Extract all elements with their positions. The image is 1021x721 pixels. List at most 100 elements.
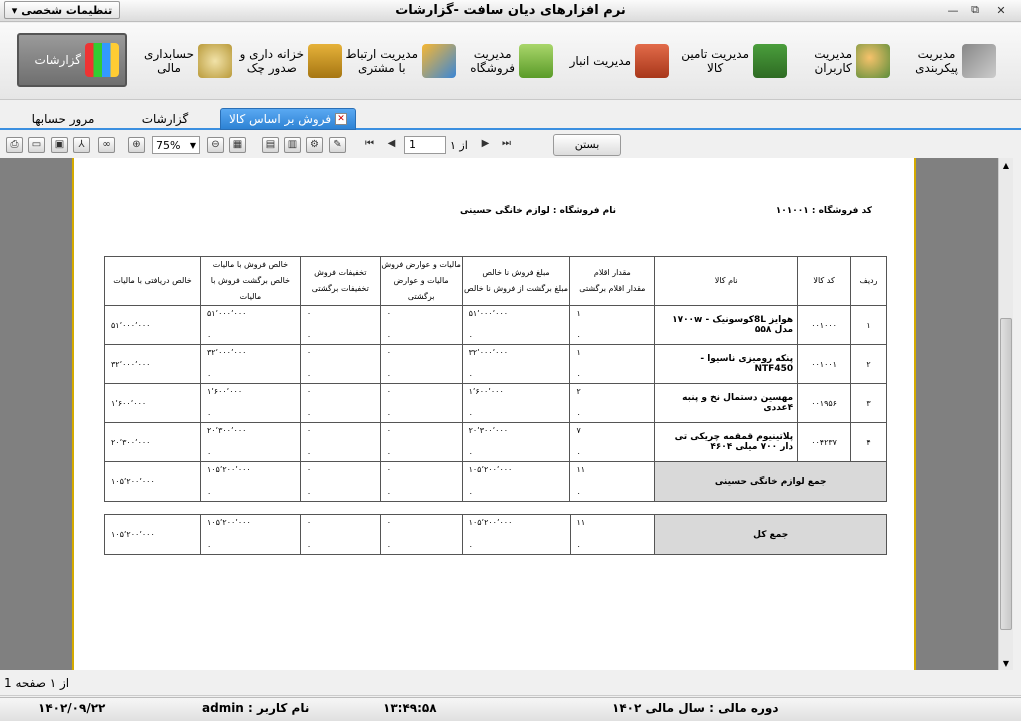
ribbon-crm-button[interactable]: مدیریت ارتباط با مشتری bbox=[346, 33, 456, 89]
return-value: ۰ bbox=[386, 489, 392, 498]
scroll-thumb[interactable] bbox=[1000, 318, 1012, 630]
save-icon[interactable]: ▣ bbox=[51, 137, 68, 153]
return-value: ۰ bbox=[576, 371, 581, 380]
value: ۳۲٬۰۰۰٬۰۰۰ bbox=[206, 348, 247, 357]
value-cell: ۰۰۱۰۰۰ bbox=[797, 305, 852, 345]
tab-label: مرور حسابها bbox=[31, 112, 95, 126]
value-cell: ۱۰ bbox=[569, 305, 656, 345]
value: ۱۱ bbox=[576, 465, 586, 474]
last-page-icon[interactable]: ⏭ bbox=[498, 137, 515, 153]
ribbon-config-button[interactable]: مدیریت پیکربندی bbox=[910, 33, 996, 89]
user-name: نام کاربر : admin bbox=[202, 701, 310, 715]
value-cell: ۰۰ bbox=[379, 344, 463, 384]
tab-reports[interactable]: گزارشات bbox=[130, 108, 200, 130]
return-value: ۰ bbox=[206, 449, 212, 458]
ribbon-warehouse-button[interactable]: مدیریت انبار bbox=[570, 33, 669, 89]
return-value: ۰ bbox=[206, 410, 212, 419]
ribbon-supply-button[interactable]: مدیریت تامین کالا bbox=[681, 33, 787, 89]
value: ۱ bbox=[576, 309, 581, 318]
tab-sales-by-product[interactable]: فروش بر اساس کالا ✕ bbox=[220, 108, 356, 130]
open-icon[interactable]: ▭ bbox=[28, 137, 45, 153]
ribbon-reports-button[interactable]: گزارشات bbox=[17, 33, 127, 87]
scroll-up-icon[interactable]: ▲ bbox=[999, 161, 1013, 170]
return-value: ۰ bbox=[386, 332, 392, 341]
close-report-button[interactable]: بستن bbox=[553, 134, 621, 156]
table-row[interactable]: ۳ ۰۰۱۹۵۶ مهسین دستمال نخ و پنبه ۴عددی ۲ ۰ ۱٬۶… bbox=[104, 383, 887, 423]
close-icon[interactable]: ✕ bbox=[335, 113, 348, 125]
pdf-icon[interactable]: ⅄ bbox=[73, 137, 90, 153]
settings-icon[interactable]: ⚙ bbox=[306, 137, 323, 153]
total-label: جمع کل bbox=[753, 529, 789, 540]
minimize-icon[interactable]: — bbox=[943, 2, 963, 18]
ribbon-label: حسابداری مالی bbox=[144, 47, 194, 75]
ribbon-accounting-button[interactable]: حسابداری مالی bbox=[138, 33, 232, 89]
edit-icon[interactable]: ✎ bbox=[329, 137, 346, 153]
zoom-value: 75% bbox=[156, 138, 181, 152]
print-icon[interactable]: ⎙ bbox=[6, 137, 23, 153]
value-cell: ۱۰۵٬۲۰۰٬۰۰۰ bbox=[104, 514, 201, 555]
value: ۰ bbox=[386, 309, 392, 318]
current-date: ۱۴۰۲/۰۹/۲۲ bbox=[38, 701, 106, 715]
value-cell: ۱۰۵٬۲۰۰٬۰۰۰ ۰ bbox=[199, 514, 301, 555]
return-value: ۰ bbox=[468, 410, 473, 419]
ribbon-treasury-button[interactable]: خزانه داری و صدور چک bbox=[240, 33, 342, 89]
value: ۰ bbox=[306, 465, 312, 474]
grand-total-table: جمع کل ۱۱ ۰ ۱۰۵٬۲۰۰٬۰۰۰ ۰ ۰ ۰ ۰ ۰ ۱۰۵٬۲۰۰٬۰۰۰ ۰ ۱۰۵… bbox=[104, 514, 887, 555]
next-page-icon[interactable]: ▶ bbox=[477, 137, 494, 153]
first-page-icon[interactable]: ⏮ bbox=[361, 137, 378, 153]
value-cell: ۱۰ bbox=[569, 344, 656, 384]
report-viewer: کد فروشگاه : ۱۰۱۰۰۱ نام فروشگاه : لوازم … bbox=[0, 158, 998, 670]
store-code: کد فروشگاه : ۱۰۱۰۰۱ bbox=[775, 206, 872, 216]
page-view-icon[interactable]: ▦ bbox=[229, 137, 246, 153]
value-cell: ۰۰۱۰۰۱ bbox=[797, 344, 852, 384]
column-header-label: مالیات و عوارض فروش bbox=[381, 260, 461, 269]
single-page-icon[interactable]: ▤ bbox=[262, 137, 279, 153]
value-cell: ۲ bbox=[850, 344, 887, 384]
restore-icon[interactable]: ⧉ bbox=[965, 2, 985, 18]
return-value: ۰ bbox=[576, 449, 581, 458]
find-icon[interactable]: ∞ bbox=[98, 137, 115, 153]
close-icon[interactable]: ✕ bbox=[991, 2, 1011, 18]
value-cell: ۱٬۶۰۰٬۰۰۰ ۰ bbox=[199, 383, 301, 423]
value-cell: ۰۰ bbox=[379, 383, 463, 423]
column-header-sublabel: مقدار اقلام برگشتی bbox=[579, 284, 646, 293]
ribbon-users-button[interactable]: مدیریت کاربران bbox=[805, 33, 890, 89]
page-number-input[interactable]: 1 bbox=[404, 136, 446, 154]
value: ۵۱٬۰۰۰٬۰۰۰ bbox=[111, 320, 151, 330]
two-page-icon[interactable]: ▥ bbox=[284, 137, 301, 153]
ribbon-store-button[interactable]: مدیریت فروشگاه bbox=[470, 33, 553, 89]
prev-page-icon[interactable]: ◀ bbox=[383, 137, 400, 153]
zoom-in-icon[interactable]: ⊕ bbox=[128, 137, 145, 153]
report-toolbar: ⎙ ▭ ▣ ⅄ ∞ ⊕ 75% ▼ ⊖ ▦ ▤ ▥ ⚙ ✎ ⏮ ◀ 1 از ۱… bbox=[0, 133, 1021, 157]
return-value: ۰ bbox=[468, 489, 473, 498]
return-value: ۰ bbox=[386, 371, 392, 380]
return-value: ۰ bbox=[306, 371, 312, 380]
return-value: ۰ bbox=[306, 410, 312, 419]
value: ۳۲٬۰۰۰٬۰۰۰ bbox=[111, 359, 151, 369]
zoom-out-icon[interactable]: ⊖ bbox=[207, 137, 224, 153]
total-label-cell: جمع لوازم خانگی حسینی bbox=[654, 461, 887, 502]
money-bag-icon bbox=[198, 44, 232, 78]
value-stack: ۱۰۵٬۲۰۰٬۰۰۰ ۰ bbox=[463, 515, 570, 554]
value: ۲ bbox=[866, 359, 871, 369]
column-header: مقدار اقلام مقدار اقلام برگشتی bbox=[569, 256, 656, 306]
value: ۴ bbox=[866, 437, 871, 447]
app-title: نرم افزارهای دیان سافت -گزارشات bbox=[395, 3, 626, 18]
value-stack: ۱۰۵٬۲۰۰٬۰۰۰ ۰ bbox=[463, 462, 570, 501]
value: ۰۰۱۹۵۶ bbox=[811, 398, 837, 408]
zoom-select[interactable]: 75% ▼ bbox=[152, 136, 200, 154]
value-stack: ۵۱٬۰۰۰٬۰۰۰ ۰ bbox=[463, 306, 570, 344]
value: ۱٬۶۰۰٬۰۰۰ bbox=[111, 398, 147, 408]
bar-chart-icon bbox=[85, 43, 119, 77]
table-row[interactable]: ۴ ۰۰۴۲۳۷ پلاتینیوم قمقمه چریکی تی دار ۷۰۰ … bbox=[104, 422, 887, 462]
store-name: نام فروشگاه : لوازم خانگی حسینی bbox=[459, 206, 616, 216]
table-row[interactable]: ۱ ۰۰۱۰۰۰ هوایز 8Lکوسونیک - ۱۷۰۰w مدل ۵۵۸ ۱ ۰… bbox=[104, 305, 887, 345]
value: ۰۰۱۰۰۰ bbox=[811, 320, 837, 330]
tab-account-review[interactable]: مرور حسابها bbox=[18, 108, 108, 130]
table-row[interactable]: ۲ ۰۰۱۰۰۱ پنکه رومیزی ناسیوا - NTF450 ۱ ۰ ۳۲٬۰… bbox=[104, 344, 887, 384]
value-cell: ۰۰۱۹۵۶ bbox=[797, 383, 852, 423]
tab-label: فروش بر اساس کالا bbox=[228, 112, 332, 126]
vertical-scrollbar[interactable]: ▲ ▼ bbox=[998, 158, 1013, 670]
scroll-down-icon[interactable]: ▼ bbox=[999, 659, 1013, 668]
product-name: مهسین دستمال نخ و پنبه ۴عددی bbox=[682, 393, 794, 413]
